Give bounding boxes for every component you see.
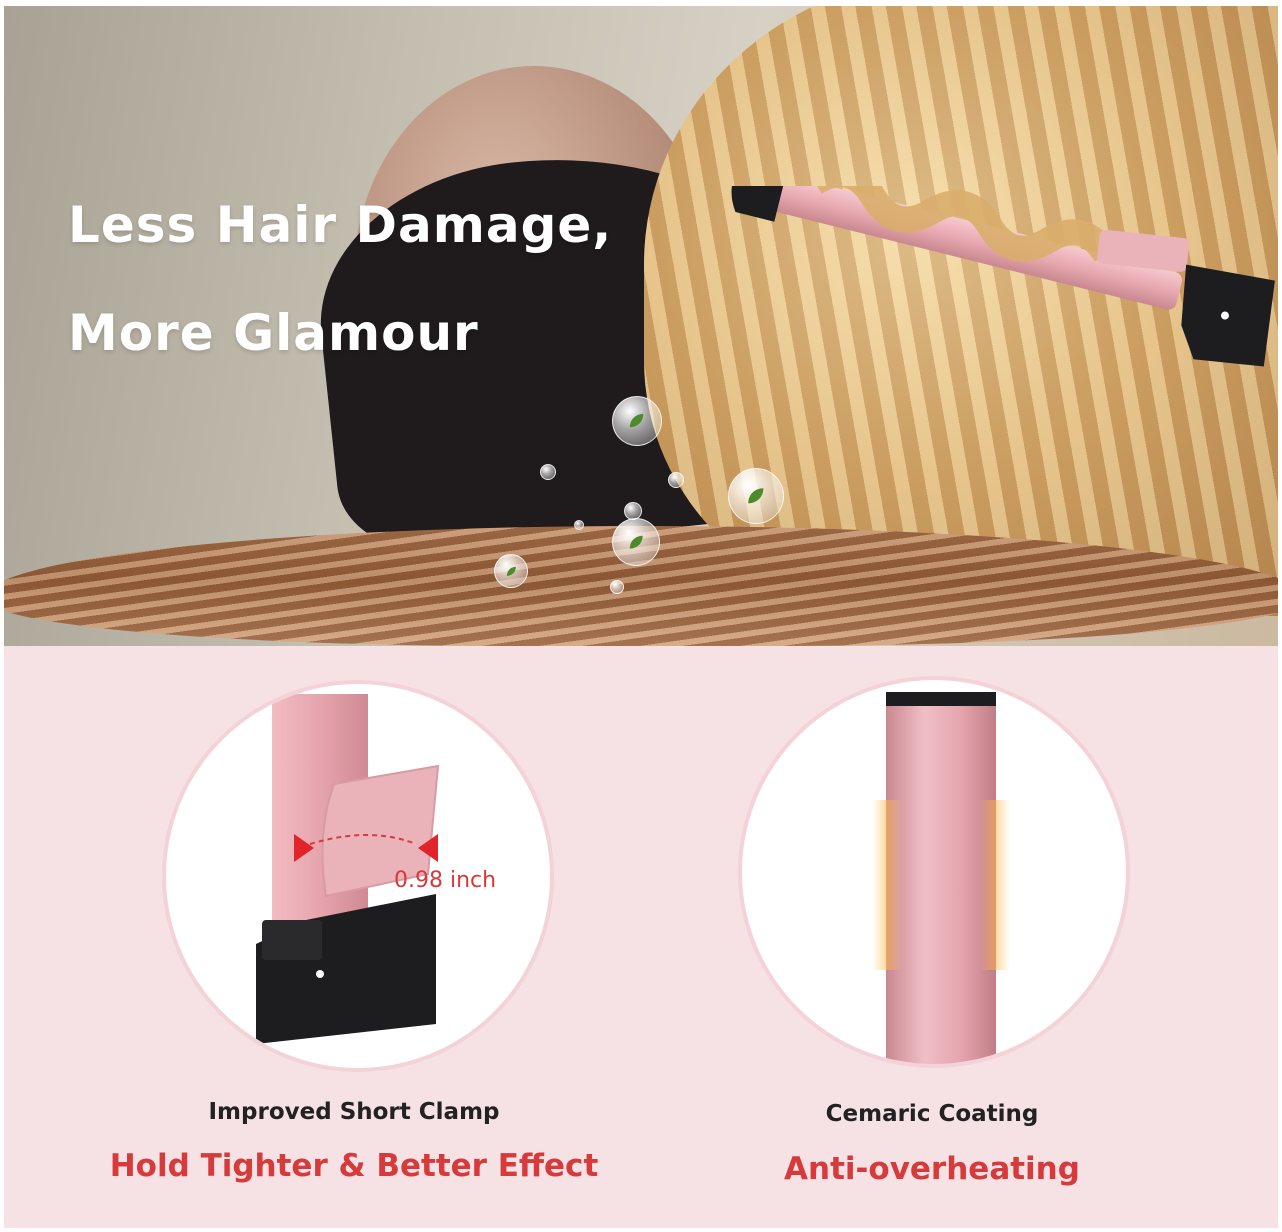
headline-line-1: Less Hair Damage, <box>68 196 613 254</box>
small-bubble <box>610 580 624 594</box>
leaf-icon <box>630 414 644 428</box>
feature-subtitle-coating: Anti-overheating <box>784 1151 1080 1187</box>
feature-subtitle-clamp: Hold Tighter & Better Effect <box>109 1148 599 1184</box>
feature-title-clamp: Improved Short Clamp <box>208 1099 500 1125</box>
clamp-measurement: 0.98 inch <box>394 868 497 893</box>
bubble-icon <box>612 396 662 446</box>
leaf-icon <box>748 488 764 504</box>
small-bubble <box>540 464 556 480</box>
hero-photo: Less Hair Damage, More Glamour <box>4 6 1278 646</box>
barrel-closeup-circle <box>738 676 1130 1068</box>
curling-wand-illustration <box>731 186 1275 367</box>
bubble-icon <box>612 518 660 566</box>
feature-title-coating: Cemaric Coating <box>825 1101 1039 1127</box>
small-bubble <box>668 472 684 488</box>
small-bubble <box>624 502 642 520</box>
small-bubble <box>574 520 584 530</box>
headline-line-2: More Glamour <box>68 304 479 362</box>
bubble-icon <box>494 554 528 588</box>
leaf-icon <box>506 566 516 576</box>
barrel-illustration <box>872 692 1010 1064</box>
product-image: Less Hair Damage, More Glamour 0.98 inch <box>4 6 1278 1228</box>
leaf-icon <box>629 535 643 549</box>
bubble-icon <box>728 468 784 524</box>
